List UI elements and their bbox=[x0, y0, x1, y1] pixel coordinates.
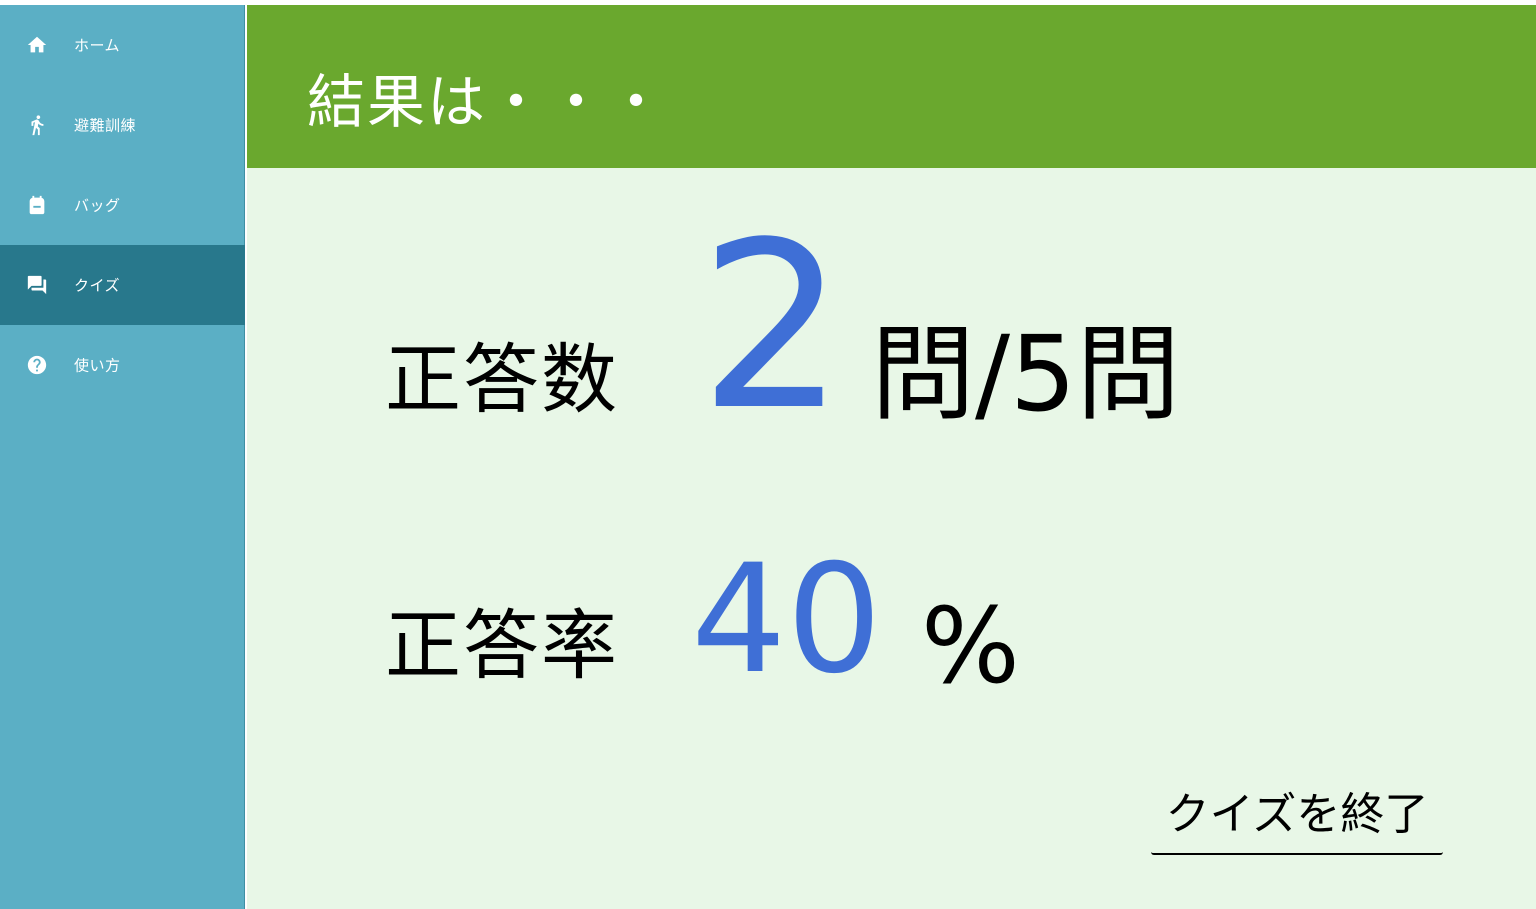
sidebar-item-how-to-use[interactable]: 使い方 bbox=[0, 325, 245, 405]
sidebar-item-evacuation-drill[interactable]: 避難訓練 bbox=[0, 85, 245, 165]
running-person-icon bbox=[26, 114, 48, 136]
main-content: 結果は・・・ 正答数 2 問/5問 正答率 40 % クイズを終了 bbox=[247, 5, 1536, 909]
finish-quiz-button[interactable]: クイズを終了 bbox=[1151, 783, 1443, 855]
sidebar-item-home[interactable]: ホーム bbox=[0, 5, 245, 85]
help-circle-icon bbox=[26, 354, 48, 376]
correct-count-unit: 問/5問 bbox=[871, 313, 1181, 435]
bag-icon bbox=[26, 194, 48, 216]
page-header: 結果は・・・ bbox=[247, 5, 1536, 168]
home-icon bbox=[26, 34, 48, 56]
page-title: 結果は・・・ bbox=[307, 68, 668, 136]
sidebar-item-quiz[interactable]: クイズ bbox=[0, 245, 245, 325]
sidebar-item-label: バッグ bbox=[74, 196, 121, 215]
sidebar-item-bag[interactable]: バッグ bbox=[0, 165, 245, 245]
sidebar-item-label: クイズ bbox=[74, 276, 121, 295]
correct-count-label: 正答数 bbox=[385, 335, 619, 424]
chat-bubbles-icon bbox=[26, 274, 48, 296]
top-border bbox=[0, 0, 1536, 4]
app-window: ホーム 避難訓練 バッグ クイズ 使い方 結果は・・・ 正答数 2 問/5問 正… bbox=[0, 0, 1536, 909]
correct-count-value: 2 bbox=[699, 194, 846, 461]
correct-rate-value: 40 bbox=[691, 533, 882, 707]
sidebar-item-label: ホーム bbox=[74, 36, 121, 55]
sidebar: ホーム 避難訓練 バッグ クイズ 使い方 bbox=[0, 5, 245, 909]
sidebar-item-label: 避難訓練 bbox=[74, 116, 137, 135]
sidebar-item-label: 使い方 bbox=[74, 356, 121, 375]
correct-rate-unit: % bbox=[921, 585, 1020, 707]
correct-rate-label: 正答率 bbox=[385, 601, 619, 690]
